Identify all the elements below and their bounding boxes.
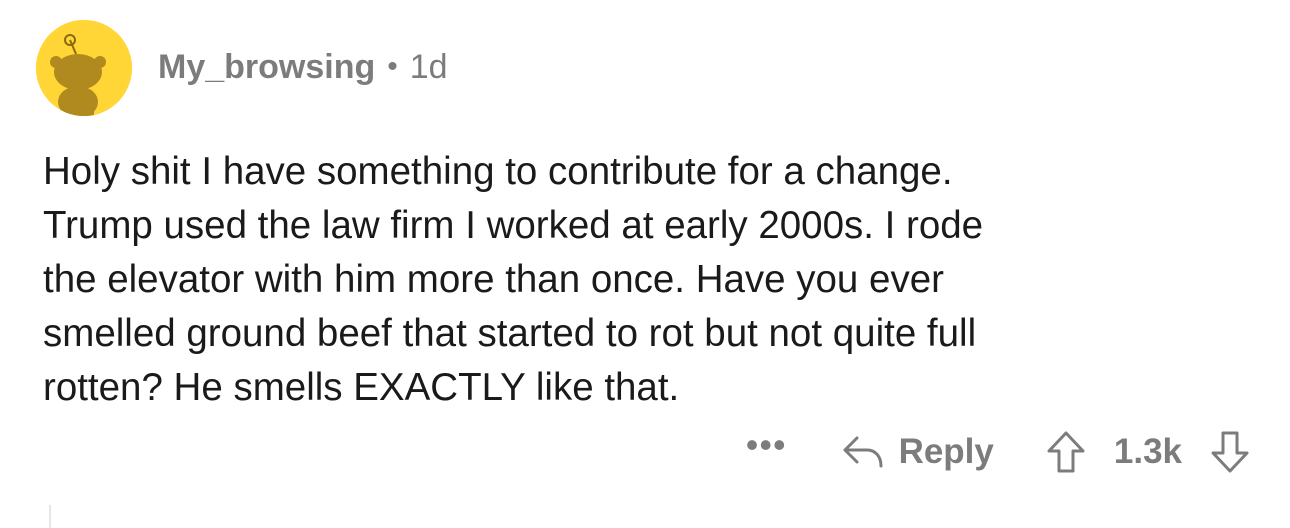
reply-label: Reply (898, 432, 994, 471)
snoo-avatar-icon (36, 20, 132, 116)
vote-count: 1.3k (1113, 432, 1182, 471)
comment-actions: ••• Reply 1.3k (746, 424, 1250, 480)
thread-line[interactable] (49, 505, 51, 528)
more-options-button[interactable]: ••• (746, 427, 787, 477)
meta-separator: • (387, 50, 398, 83)
upvote-button[interactable] (1046, 430, 1086, 474)
downvote-arrow-icon (1211, 431, 1249, 473)
avatar[interactable] (36, 20, 132, 116)
comment: My_browsing • 1d Holy shit I have someth… (0, 0, 1290, 528)
reply-arrow-icon (843, 436, 883, 468)
reply-button[interactable]: Reply (841, 432, 994, 472)
username[interactable]: My_browsing (158, 48, 375, 87)
downvote-button[interactable] (1210, 430, 1250, 474)
comment-body: Holy shit I have something to contribute… (43, 150, 984, 409)
upvote-arrow-icon (1047, 431, 1085, 473)
comment-header: My_browsing • 1d (36, 20, 448, 116)
comment-meta: My_browsing • 1d (158, 48, 448, 87)
vote-controls: 1.3k (1046, 430, 1250, 474)
comment-age: 1d (409, 47, 448, 86)
